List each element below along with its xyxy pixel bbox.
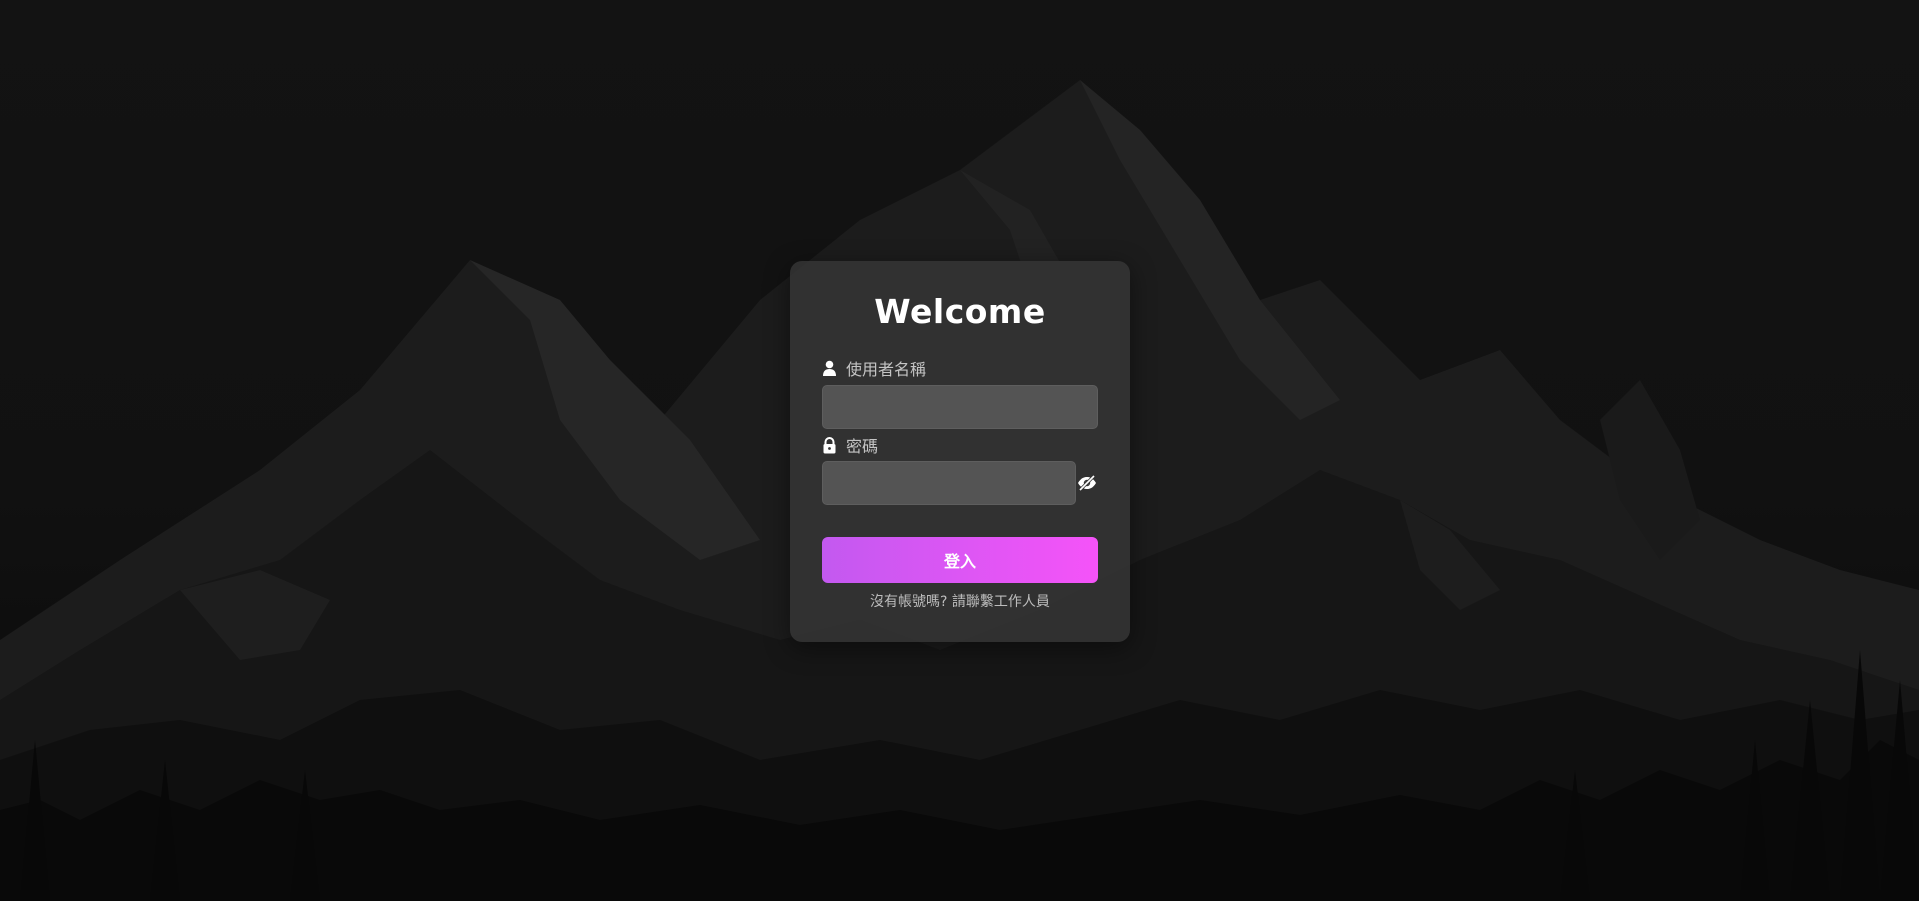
- username-label: 使用者名稱: [822, 357, 926, 379]
- password-label-text: 密碼: [846, 437, 879, 456]
- password-input[interactable]: [822, 461, 1076, 505]
- user-icon: [822, 360, 837, 377]
- contact-staff-note: 沒有帳號嗎? 請聯繫工作人員: [870, 594, 1050, 610]
- lock-icon: [822, 436, 837, 454]
- password-label: 密碼: [822, 434, 878, 456]
- welcome-title: Welcome: [874, 292, 1046, 331]
- eye-slash-icon[interactable]: [1077, 474, 1097, 492]
- username-label-text: 使用者名稱: [846, 360, 927, 379]
- login-button[interactable]: 登入: [822, 537, 1098, 583]
- login-page: Welcome 使用者名稱 密碼 登入 沒有帳號嗎? 請聯繫工作人員: [0, 0, 1919, 901]
- username-input[interactable]: [822, 385, 1098, 429]
